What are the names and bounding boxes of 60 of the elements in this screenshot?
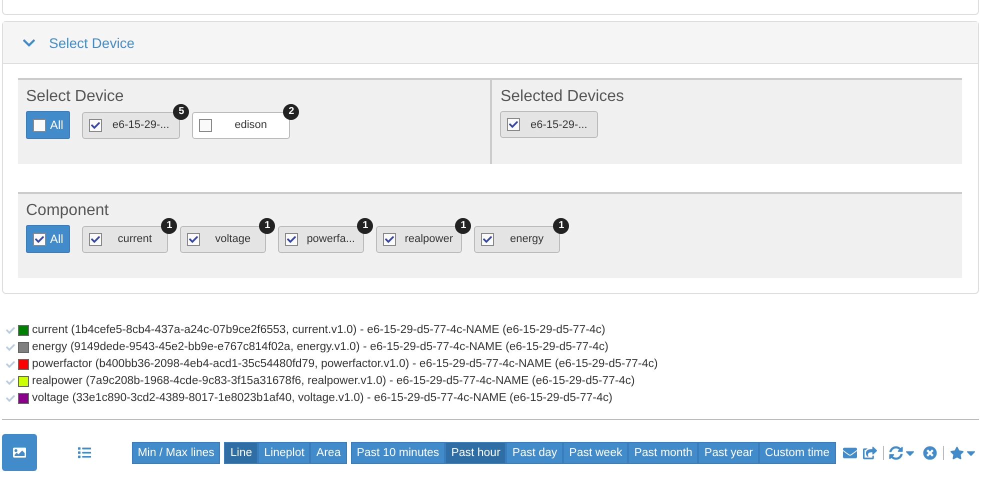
star-icon[interactable]: [950, 446, 978, 460]
list-icon: [78, 446, 91, 460]
count-badge: 1: [357, 218, 374, 234]
all-button[interactable]: All: [26, 111, 70, 139]
image-icon: [12, 446, 26, 460]
all-button[interactable]: All: [26, 225, 70, 253]
chart-type-button[interactable]: Lineplot: [258, 442, 310, 464]
time-range-button[interactable]: Past hour: [445, 442, 506, 464]
check-icon: [6, 326, 15, 334]
device-chip[interactable]: edison: [192, 112, 290, 138]
check-icon: [6, 376, 15, 386]
component-chip[interactable]: realpower: [376, 226, 462, 252]
check-icon: [6, 342, 15, 352]
device-chip[interactable]: e6-15-29-...: [82, 112, 180, 138]
time-range-button[interactable]: Custom time: [758, 442, 836, 464]
checkbox[interactable]: [383, 232, 396, 246]
section-title: Selected Devices: [500, 88, 626, 106]
panel-header[interactable]: Select Device: [3, 22, 978, 64]
checkbox[interactable]: [507, 118, 520, 131]
check-icon: [6, 360, 15, 368]
time-range-button[interactable]: Past year: [698, 442, 759, 464]
panel-title: Select Device: [49, 34, 135, 50]
count-badge: 1: [161, 218, 178, 234]
checkbox[interactable]: [33, 232, 46, 246]
count-badge: 1: [553, 218, 570, 234]
checkbox[interactable]: [187, 232, 200, 246]
check-icon: [6, 394, 15, 402]
mail-icon[interactable]: [842, 446, 857, 460]
component-chip[interactable]: current: [82, 226, 168, 252]
minmax-button[interactable]: Min / Max lines: [132, 442, 220, 464]
chart-type-button[interactable]: Area: [310, 442, 347, 464]
legend-text: current (1b4cefe5-8cb4-437a-a24c-07b9ce2f6553, current.v1.0) - e6-15-29-d5-77-4c-NAME (e6-15-29-d5-77-4c): [32, 324, 606, 336]
time-range-button[interactable]: Past month: [628, 442, 698, 464]
count-badge: 2: [283, 104, 300, 120]
chart-type-button[interactable]: Line: [224, 442, 258, 464]
time-range-button[interactable]: Past day: [506, 442, 564, 464]
count-badge: 1: [259, 218, 276, 234]
time-range-button[interactable]: Past week: [563, 442, 628, 464]
component-chip[interactable]: energy: [474, 226, 560, 252]
checkbox[interactable]: [89, 232, 102, 246]
section-title: Select Device: [26, 88, 125, 106]
checkbox[interactable]: [89, 118, 102, 132]
legend-text: realpower (7a9c208b-1968-4cde-9c83-3f15a31678f6, realpower.v1.0) - e6-15-29-d5-77-4c-NAME (e6-15-29-d5-77-4c): [32, 375, 635, 387]
share-icon[interactable]: [862, 446, 877, 460]
legend-text: energy (9149dede-9543-45e2-bb9e-e767c814f02a, energy.v1.0) - e6-15-29-d5-77-4c-NAME (e6-15-29-d5-77-4c): [32, 341, 608, 353]
component-chip[interactable]: voltage: [180, 226, 266, 252]
legend-text: powerfactor (b400bb36-2098-4eb4-acd1-35c54480fd79, powerfactor.v1.0) - e6-15-29-d5-77-4c-NAME (e6-15-29-d5-77-4c): [32, 358, 658, 370]
chart-view-button[interactable]: [2, 434, 37, 471]
legend-text: voltage (33e1c890-3cd2-4389-8017-1e8023b1af40, voltage.v1.0) - e6-15-29-d5-77-4c-NAME (e6-15-29-d5-77-4c): [32, 392, 612, 404]
time-range-button[interactable]: Past 10 minutes: [350, 442, 446, 464]
close-icon[interactable]: [923, 446, 938, 460]
component-chip[interactable]: powerfa...: [278, 226, 364, 252]
checkbox[interactable]: [481, 232, 494, 246]
count-badge: 5: [173, 104, 190, 120]
device-chip[interactable]: e6-15-29-...: [500, 111, 598, 138]
checkbox[interactable]: [285, 232, 298, 246]
count-badge: 1: [455, 218, 472, 234]
checkbox[interactable]: [199, 118, 212, 132]
section-title: Component: [26, 202, 110, 220]
checkbox[interactable]: [33, 118, 46, 132]
